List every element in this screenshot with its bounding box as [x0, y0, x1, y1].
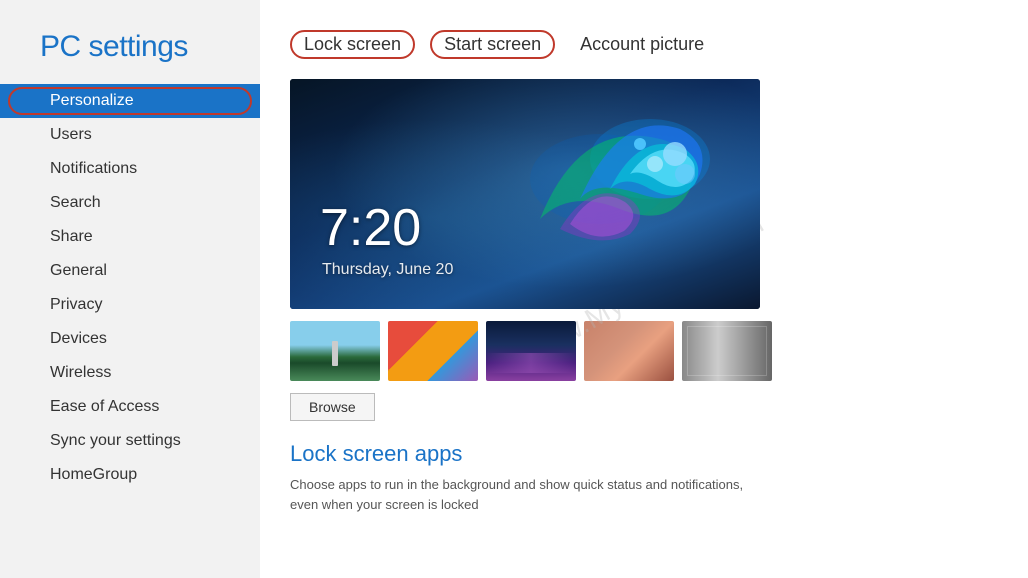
sidebar-item-notifications[interactable]: Notifications [0, 152, 260, 186]
thumbnail-skin[interactable] [584, 321, 674, 381]
lock-apps-title: Lock screen apps [290, 441, 988, 467]
sidebar-item-label: Users [50, 126, 92, 143]
background-thumbnails [290, 321, 988, 381]
sidebar-item-personalize[interactable]: Personalize [0, 84, 260, 118]
lock-screen-preview: 7:20 Thursday, June 20 [290, 79, 760, 309]
sidebar-item-devices[interactable]: Devices [0, 322, 260, 356]
tab-account-picture[interactable]: Account picture [570, 32, 714, 57]
lock-screen-date: Thursday, June 20 [322, 261, 453, 279]
sidebar-item-label: Privacy [50, 296, 102, 313]
sidebar-item-ease-of-access[interactable]: Ease of Access [0, 390, 260, 424]
sidebar-item-privacy[interactable]: Privacy [0, 288, 260, 322]
sidebar: PC settings Personalize Users Notificati… [0, 0, 260, 578]
lock-screen-time: 7:20 [320, 202, 421, 254]
sidebar-item-search[interactable]: Search [0, 186, 260, 220]
tab-start-screen-label: Start screen [444, 34, 541, 54]
thumbnail-colorful[interactable] [388, 321, 478, 381]
sidebar-item-label: Share [50, 228, 93, 245]
tab-lock-screen[interactable]: Lock screen [290, 30, 415, 59]
tab-account-picture-label: Account picture [580, 34, 704, 54]
sidebar-item-label: Search [50, 194, 101, 211]
thumbnail-seattle[interactable] [290, 321, 380, 381]
sidebar-item-homegroup[interactable]: HomeGroup [0, 458, 260, 492]
tab-bar: Lock screen Start screen Account picture [290, 30, 988, 59]
tab-lock-screen-label: Lock screen [304, 34, 401, 54]
thumbnail-aurora[interactable] [486, 321, 576, 381]
sidebar-item-label: Notifications [50, 160, 137, 177]
sidebar-item-label: HomeGroup [50, 466, 137, 483]
sidebar-item-label: Personalize [50, 92, 134, 109]
sidebar-item-label: Wireless [50, 364, 111, 381]
sidebar-item-sync-settings[interactable]: Sync your settings [0, 424, 260, 458]
lock-screen-art [500, 99, 720, 259]
lock-apps-description: Choose apps to run in the background and… [290, 475, 760, 514]
sidebar-item-wireless[interactable]: Wireless [0, 356, 260, 390]
browse-button[interactable]: Browse [290, 393, 375, 421]
thumbnail-tunnel[interactable] [682, 321, 772, 381]
main-content: www.MyTecBits.com Lock screen Start scre… [260, 0, 1028, 578]
sidebar-item-label: Devices [50, 330, 107, 347]
sidebar-item-users[interactable]: Users [0, 118, 260, 152]
sidebar-item-general[interactable]: General [0, 254, 260, 288]
tab-start-screen[interactable]: Start screen [430, 30, 555, 59]
sidebar-item-label: General [50, 262, 107, 279]
app-title: PC settings [0, 30, 260, 84]
sidebar-item-share[interactable]: Share [0, 220, 260, 254]
sidebar-item-label: Sync your settings [50, 432, 181, 449]
sidebar-item-label: Ease of Access [50, 398, 159, 415]
